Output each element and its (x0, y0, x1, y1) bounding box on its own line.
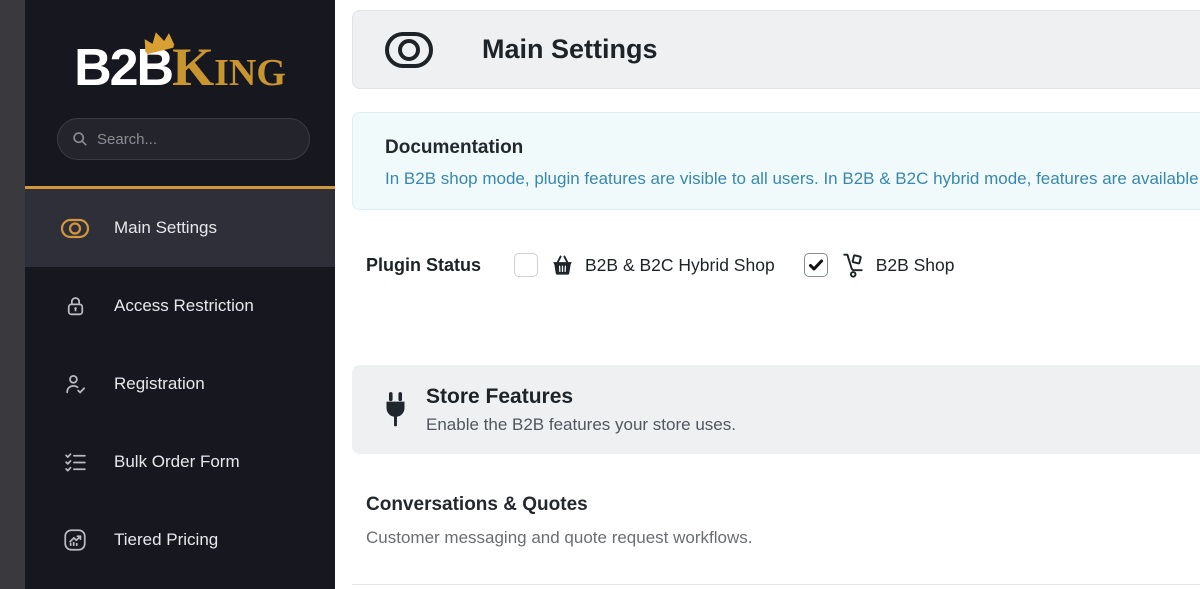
store-features-title: Store Features (426, 385, 736, 409)
sidebar-item-label: Tiered Pricing (114, 530, 218, 550)
search-input[interactable] (97, 131, 295, 148)
sidebar-menu: Main Settings Access Restriction (25, 189, 335, 579)
sidebar-item-bulk-order-form[interactable]: Bulk Order Form (25, 423, 335, 501)
documentation-body: In B2B shop mode, plugin features are vi… (385, 169, 1200, 189)
lock-icon (60, 294, 90, 319)
sidebar: B2BKing Main Settings (25, 0, 335, 589)
checkmark-icon (808, 257, 824, 273)
row-divider (352, 584, 1200, 585)
plugin-status-row: Plugin Status B2B & B2C Hybrid Shop (366, 252, 955, 278)
hand-truck-icon (840, 252, 866, 278)
b2bking-logo: B2BKing (25, 36, 335, 98)
sidebar-item-label: Main Settings (114, 218, 217, 238)
search-icon (72, 131, 88, 147)
target-icon (384, 30, 434, 70)
feature-conversations-quotes: Conversations & Quotes Customer messagin… (366, 494, 1200, 548)
store-features-subtitle: Enable the B2B features your store uses. (426, 415, 736, 435)
documentation-panel: Documentation In B2B shop mode, plugin f… (352, 112, 1200, 210)
b2b-shop-label: B2B Shop (876, 255, 955, 276)
sidebar-item-main-settings[interactable]: Main Settings (25, 189, 335, 267)
documentation-title: Documentation (385, 137, 1200, 159)
sidebar-item-label: Access Restriction (114, 296, 254, 316)
plugin-status-label: Plugin Status (366, 255, 514, 276)
checklist-icon (60, 450, 90, 475)
plug-icon (382, 391, 409, 428)
feature-title: Conversations & Quotes (366, 494, 1200, 516)
hybrid-shop-label: B2B & B2C Hybrid Shop (585, 255, 775, 276)
sidebar-item-label: Registration (114, 374, 205, 394)
b2b-shop-checkbox[interactable] (804, 253, 828, 277)
sidebar-item-registration[interactable]: Registration (25, 345, 335, 423)
sidebar-item-access-restriction[interactable]: Access Restriction (25, 267, 335, 345)
page-header: Main Settings (352, 10, 1200, 89)
main-content: Main Settings Documentation In B2B shop … (335, 0, 1200, 589)
sidebar-item-tiered-pricing[interactable]: Tiered Pricing (25, 501, 335, 579)
target-icon (60, 216, 90, 241)
sidebar-search[interactable] (57, 118, 310, 160)
sidebar-item-label: Bulk Order Form (114, 452, 240, 472)
logo-text-king: King (172, 37, 286, 97)
page-title: Main Settings (482, 34, 658, 65)
user-check-icon (60, 372, 90, 397)
feature-description: Customer messaging and quote request wor… (366, 528, 1200, 548)
hybrid-shop-checkbox[interactable] (514, 253, 538, 277)
store-features-panel: Store Features Enable the B2B features y… (352, 365, 1200, 454)
basket-icon (550, 253, 575, 278)
chart-icon (60, 527, 90, 553)
b2bking-settings-page: B2BKing Main Settings (0, 0, 1200, 589)
window-edge-strip (0, 0, 25, 589)
